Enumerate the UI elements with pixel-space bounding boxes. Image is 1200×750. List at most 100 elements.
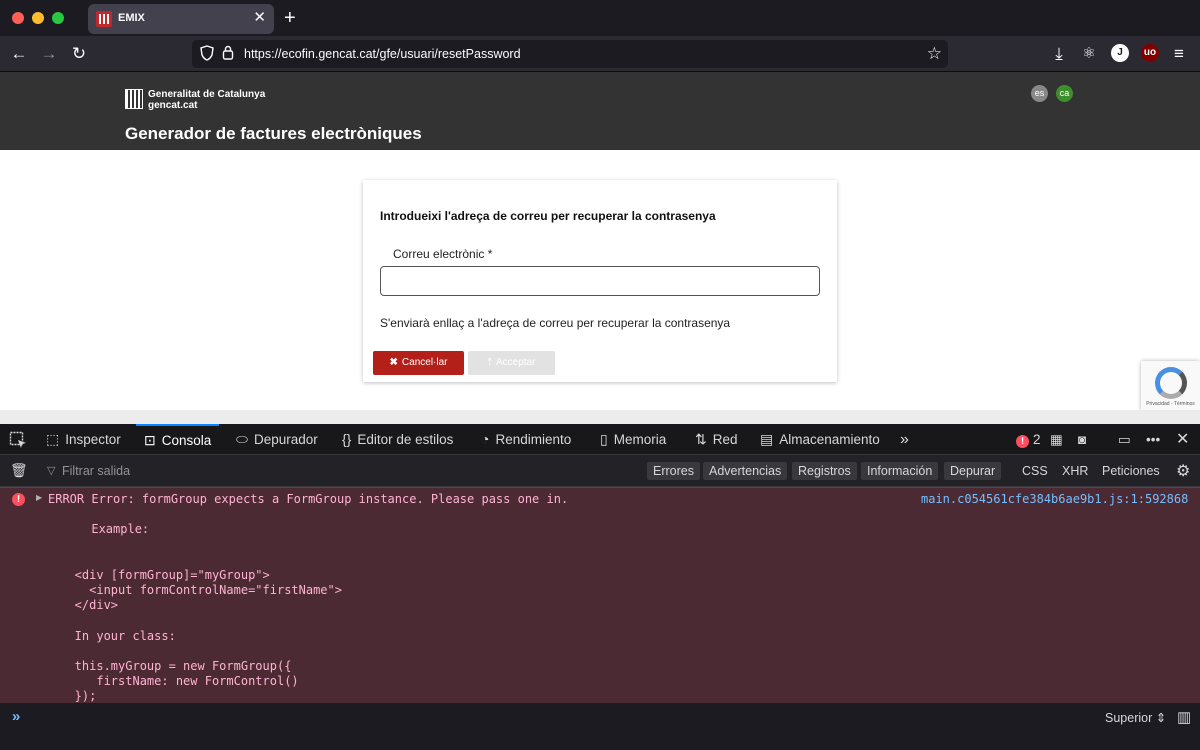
memory-chip-icon: ▯	[600, 431, 608, 447]
more-tabs-chevron-icon[interactable]: »	[900, 424, 909, 455]
accept-button[interactable]: ⤒ Acceptar	[468, 351, 555, 375]
error-line: firstName: new FormControl()	[53, 674, 299, 688]
error-line: this.myGroup = new FormGroup({	[53, 659, 292, 673]
recaptcha-links[interactable]: Privacidad - Términos	[1141, 401, 1200, 407]
forward-arrow-icon[interactable]: →	[38, 43, 60, 65]
upload-icon: ⤒	[487, 357, 492, 368]
debugger-icon: ⬭	[236, 431, 248, 447]
site-title: Generador de factures electròniques	[125, 124, 422, 143]
close-window-button[interactable]	[12, 12, 24, 24]
inspector-icon: ⬚	[46, 431, 60, 447]
settings-gear-icon[interactable]: ⚙	[1176, 461, 1190, 481]
filter-errors-button[interactable]: Errores	[647, 462, 700, 480]
filter-funnel-icon: ▽	[47, 465, 56, 477]
tab-console[interactable]: ⊡ Consola	[136, 424, 220, 455]
tab-inspector[interactable]: ⬚ Inspector	[46, 424, 121, 455]
error-line: ERROR Error: formGroup expects a FormGro…	[48, 492, 569, 506]
ublock-icon[interactable]: uo	[1141, 44, 1159, 62]
console-error-message[interactable]: ! ▶ ERROR Error: formGroup expects a For…	[0, 487, 1200, 703]
console-prompt-icon: »	[12, 708, 21, 725]
url-bar[interactable]: https://ecofin.gencat.cat/gfe/usuari/res…	[192, 40, 948, 68]
tab-storage[interactable]: ▤ Almacenamiento	[760, 424, 880, 455]
filter-logs-button[interactable]: Registros	[792, 462, 857, 480]
reset-password-card: Introdueixi l'adreça de correu per recup…	[363, 180, 837, 382]
error-line: </div>	[53, 598, 119, 612]
form-hint: S'enviarà enllaç a l'adreça de correu pe…	[380, 316, 731, 330]
language-es-button[interactable]: es	[1031, 85, 1048, 102]
filter-warnings-button[interactable]: Advertencias	[703, 462, 788, 480]
filter-css-button[interactable]: CSS	[1022, 464, 1048, 478]
error-count-badge[interactable]: ! 2	[1016, 424, 1041, 455]
cancel-label: Cancel·lar	[401, 357, 448, 368]
screenshot-camera-icon[interactable]: ◙	[1078, 424, 1086, 455]
error-line: Example:	[48, 522, 150, 536]
tab-performance[interactable]: ◔ Rendimiento	[481, 424, 571, 455]
devtools-tab-bar: ⬚ Inspector ⊡ Consola ⬭ Depurador {} Editor …	[0, 424, 1200, 455]
error-source-link[interactable]: main.c054561cfe384b6ae9b1.js:1:592868	[921, 492, 1188, 506]
accept-label: Acceptar	[495, 357, 536, 368]
tab-performance-label: Rendimiento	[495, 432, 572, 447]
language-ca-button[interactable]: ca	[1056, 85, 1073, 102]
error-count: 2	[1033, 432, 1041, 447]
options-ellipsis-icon[interactable]: •••	[1146, 424, 1160, 455]
url-text[interactable]: https://ecofin.gencat.cat/gfe/usuari/res…	[244, 47, 521, 61]
storage-icon: ▤	[760, 431, 774, 447]
tab-style-editor[interactable]: {} Editor de estilos	[342, 424, 453, 455]
logo-domain[interactable]: gencat.cat	[148, 100, 197, 111]
tab-emix[interactable]: EMIX ✕	[88, 4, 274, 34]
split-console-icon[interactable]: ▦	[1050, 424, 1063, 455]
react-devtools-icon[interactable]: ⚛	[1078, 43, 1100, 65]
page-scroll-edge	[0, 410, 1200, 424]
console-toolbar: 🗑 ▽ Filtrar salida Errores Advertencias …	[0, 455, 1200, 487]
back-arrow-icon[interactable]: ←	[8, 43, 30, 65]
error-line: <div [formGroup]="myGroup">	[53, 568, 270, 582]
filter-requests-button[interactable]: Peticiones	[1102, 464, 1160, 478]
tab-close-icon[interactable]: ✕	[253, 9, 266, 27]
lock-icon[interactable]	[222, 45, 234, 64]
filter-info-button[interactable]: Información	[861, 462, 939, 480]
devtools-panel: ⬚ Inspector ⊡ Consola ⬭ Depurador {} Editor …	[0, 424, 1200, 750]
generalitat-logo-icon[interactable]	[125, 89, 143, 109]
filter-debug-button[interactable]: Depurar	[944, 462, 1002, 480]
tab-network-label: Red	[712, 432, 738, 447]
menu-hamburger-icon[interactable]: ≡	[1168, 43, 1190, 65]
error-icon: !	[12, 493, 25, 506]
reload-icon[interactable]: ↻	[68, 43, 90, 65]
cross-icon: ✖	[389, 357, 398, 368]
maximize-window-button[interactable]	[52, 12, 64, 24]
new-tab-button[interactable]: +	[284, 6, 296, 30]
tab-network[interactable]: ⇅ Red	[695, 424, 738, 455]
site-header: Generalitat de Catalunya gencat.cat es c…	[0, 72, 1200, 150]
logo-name[interactable]: Generalitat de Catalunya	[148, 89, 265, 100]
error-icon: !	[1016, 435, 1029, 448]
email-input[interactable]	[380, 266, 820, 296]
tracking-shield-icon[interactable]	[200, 45, 214, 65]
trash-icon[interactable]: 🗑	[10, 462, 28, 479]
context-selector[interactable]: Superior ⇕	[1105, 710, 1166, 725]
error-line: });	[53, 689, 97, 703]
browser-window: EMIX ✕ + ← → ↻ https://ecofin.gencat.cat…	[0, 0, 1200, 750]
close-devtools-icon[interactable]: ✕	[1176, 424, 1189, 455]
console-icon: ⊡	[144, 432, 156, 448]
recaptcha-badge[interactable]: Privacidad - Términos	[1141, 361, 1200, 412]
editor-mode-icon[interactable]: ▥	[1177, 708, 1191, 726]
extension-j-icon[interactable]: J	[1111, 44, 1129, 62]
tab-console-label: Consola	[161, 433, 212, 448]
page-content: Generalitat de Catalunya gencat.cat es c…	[0, 72, 1200, 412]
tab-debugger[interactable]: ⬭ Depurador	[236, 424, 318, 455]
minimize-window-button[interactable]	[32, 12, 44, 24]
element-picker-icon[interactable]	[9, 424, 27, 455]
braces-icon: {}	[342, 431, 352, 447]
tab-debugger-label: Depurador	[253, 432, 318, 447]
cancel-button[interactable]: ✖ Cancel·lar	[373, 351, 464, 375]
console-input-area[interactable]: » Superior ⇕ ▥	[0, 703, 1200, 750]
tab-memory[interactable]: ▯ Memoria	[600, 424, 666, 455]
bookmark-star-icon[interactable]: ☆	[927, 44, 942, 64]
expand-triangle-icon[interactable]: ▶	[36, 493, 42, 502]
filter-xhr-button[interactable]: XHR	[1062, 464, 1088, 478]
gencat-favicon-icon	[96, 11, 112, 27]
downloads-icon[interactable]: ⤓	[1048, 43, 1070, 65]
recaptcha-logo-icon	[1155, 367, 1187, 399]
filter-input[interactable]: Filtrar salida	[62, 464, 130, 478]
responsive-design-icon[interactable]: ▭	[1118, 424, 1131, 455]
